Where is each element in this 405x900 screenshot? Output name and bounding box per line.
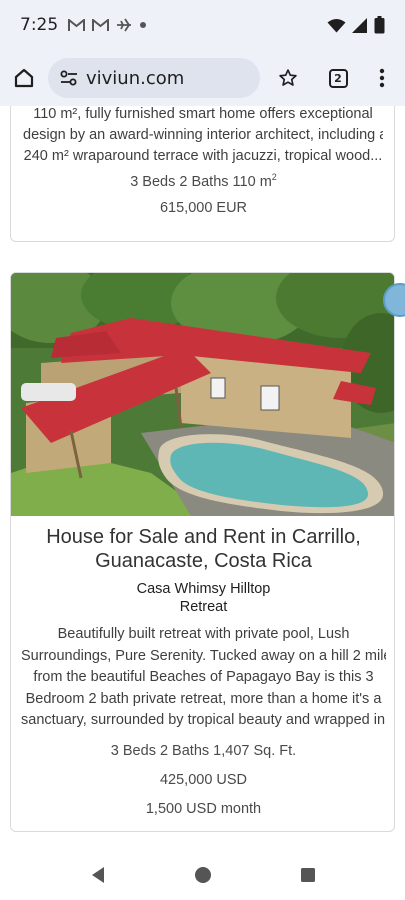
description-line: Surroundings, Pure Serenity. Tucked away… (21, 647, 386, 664)
listing-title[interactable]: House for Sale and Rent in Carrillo, Gua… (11, 525, 394, 573)
home-button[interactable] (0, 54, 48, 102)
system-navigation-bar (0, 850, 405, 900)
description-line: design by an award-winning interior arch… (23, 127, 383, 143)
flight-icon (117, 18, 132, 32)
listing-features: 3 Beds 2 Baths 110 m2 (11, 172, 396, 190)
listing-description: Beautifully built retreat with private p… (21, 624, 386, 732)
description-line: 240 m² wraparound terrace with jacuzzi, … (23, 148, 383, 164)
star-icon (279, 69, 297, 86)
listing-price: 615,000 EUR (159, 200, 248, 216)
system-icons (327, 16, 385, 34)
listing-price: 425,000 USD (159, 772, 248, 788)
subtitle-line: Retreat (179, 599, 228, 615)
back-triangle-icon (91, 867, 104, 883)
battery-icon (374, 16, 385, 34)
home-circle-icon (194, 867, 211, 883)
more-vert-icon (379, 68, 385, 88)
status-time: 7:25 (20, 15, 59, 35)
status-bar: 7:25 (0, 0, 405, 50)
browser-toolbar: viviun.com 2 (0, 50, 405, 106)
features-superscript: 2 (271, 172, 277, 182)
listing-photo[interactable] (11, 273, 395, 516)
listing-card[interactable]: 110 m², fully furnished smart home offer… (10, 106, 395, 242)
features-text: 3 Beds 2 Baths 110 m (130, 173, 272, 190)
home-icon (14, 68, 34, 88)
site-settings-icon[interactable] (60, 70, 78, 86)
gmail-icon (92, 18, 110, 31)
address-bar[interactable]: viviun.com (48, 58, 260, 98)
listing-description: 110 m², fully furnished smart home offer… (23, 106, 383, 167)
description-line: from the beautiful Beaches of Papagayo B… (33, 669, 374, 685)
gmail-icon (68, 18, 86, 31)
home-nav-button[interactable] (150, 850, 255, 900)
title-line[interactable]: Guanacaste, Costa Rica (11, 549, 394, 573)
back-button[interactable] (45, 850, 150, 900)
listing-rent-price: 1,500 USD month (145, 801, 262, 817)
subtitle-line: Casa Whimsy Hilltop (136, 581, 271, 597)
bookmark-button[interactable] (266, 56, 310, 100)
tab-count: 2 (328, 68, 348, 88)
page-content[interactable]: 110 m², fully furnished smart home offer… (0, 106, 405, 850)
recents-square-icon (300, 868, 315, 882)
tab-switcher-button[interactable]: 2 (316, 56, 360, 100)
listing-card[interactable]: House for Sale and Rent in Carrillo, Gua… (10, 272, 395, 832)
dot-icon (140, 22, 147, 28)
url-text[interactable]: viviun.com (86, 68, 184, 89)
description-line: sanctuary, surrounded by tropical beauty… (21, 712, 386, 728)
title-line[interactable]: House for Sale and Rent in Carrillo, (11, 525, 394, 549)
notification-icons (68, 18, 147, 32)
wifi-icon (327, 18, 346, 32)
overflow-menu-button[interactable] (362, 56, 402, 100)
listing-features: 3 Beds 2 Baths 1,407 Sq. Ft. (110, 743, 297, 759)
signal-icon (352, 17, 367, 33)
description-line: 110 m², fully furnished smart home offer… (33, 106, 373, 122)
recents-button[interactable] (255, 850, 360, 900)
description-line: Bedroom 2 bath private retreat, more tha… (25, 690, 382, 707)
listing-subtitle: Casa Whimsy Hilltop Retreat (11, 580, 394, 616)
description-line: Beautifully built retreat with private p… (57, 626, 350, 642)
